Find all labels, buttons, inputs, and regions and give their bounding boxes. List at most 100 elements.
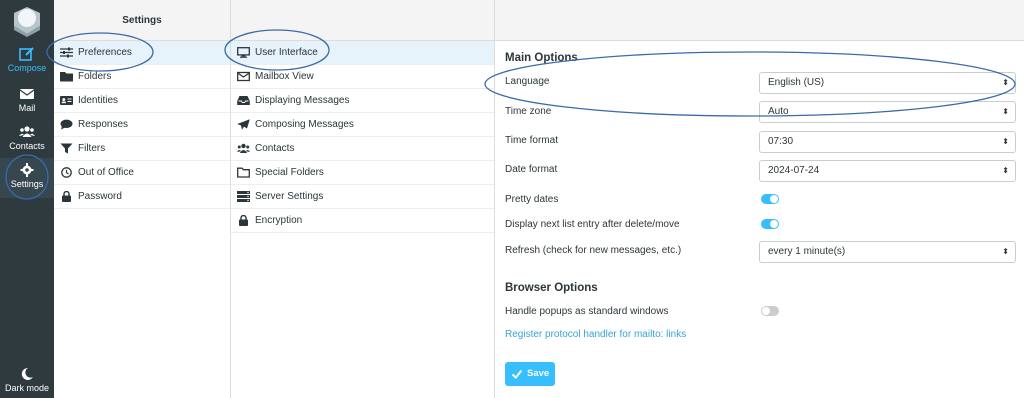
save-button[interactable]: Save: [505, 362, 555, 386]
popups-label: Handle popups as standard windows: [505, 306, 669, 317]
section-displaying-messages[interactable]: Displaying Messages: [231, 89, 494, 113]
comment-icon: [60, 119, 73, 130]
settings-item-label: Identities: [78, 95, 119, 106]
section-label: User Interface: [255, 47, 318, 58]
register-protocol-link[interactable]: Register protocol handler for mailto: li…: [505, 329, 686, 340]
language-select[interactable]: English (US) ⬍: [759, 72, 1016, 94]
timezone-select[interactable]: Auto ⬍: [759, 101, 1016, 123]
settings-item-label: Out of Office: [78, 167, 134, 178]
settings-item-password[interactable]: Password: [54, 185, 230, 209]
inbox-icon: [237, 96, 250, 105]
rail-compose-label: Compose: [7, 63, 47, 73]
preferences-form: Main Options Language English (US) ⬍ Tim…: [495, 0, 1024, 398]
refresh-label: Refresh (check for new messages, etc.): [505, 245, 682, 256]
main-options-title: Main Options: [505, 52, 578, 64]
folder-outline-icon: [237, 167, 250, 178]
language-label: Language: [505, 76, 550, 87]
settings-item-folders[interactable]: Folders: [54, 65, 230, 89]
select-arrows-icon: ⬍: [1002, 78, 1009, 87]
pretty-dates-label: Pretty dates: [505, 194, 559, 205]
settings-item-label: Preferences: [78, 47, 132, 58]
users-icon: [19, 126, 35, 137]
select-arrows-icon: ⬍: [1002, 247, 1009, 256]
section-label: Composing Messages: [255, 119, 354, 130]
moon-icon: [21, 367, 33, 380]
rail-mail-label: Mail: [18, 103, 36, 113]
section-label: Displaying Messages: [255, 95, 350, 106]
server-icon: [237, 191, 250, 202]
settings-item-label: Folders: [78, 71, 112, 82]
id-card-icon: [60, 96, 73, 105]
content-header: [495, 0, 1024, 41]
monitor-icon: [237, 47, 250, 58]
section-label: Encryption: [255, 215, 303, 226]
section-composing-messages[interactable]: Composing Messages: [231, 113, 494, 137]
users-icon: [237, 143, 250, 153]
app-logo: [14, 7, 40, 37]
refresh-select[interactable]: every 1 minute(s) ⬍: [759, 241, 1016, 263]
sections-panel-header: [231, 0, 494, 41]
rail-settings[interactable]: Settings: [0, 158, 54, 198]
save-label: Save: [527, 368, 550, 379]
section-label: Special Folders: [255, 167, 324, 178]
language-value: English (US): [768, 77, 825, 88]
pretty-dates-toggle[interactable]: [761, 194, 779, 204]
select-arrows-icon: ⬍: [1002, 107, 1009, 116]
check-icon: [511, 369, 523, 379]
sections-panel: User Interface Mailbox View Displaying M…: [231, 0, 495, 398]
settings-item-label: Password: [78, 191, 122, 202]
section-server-settings[interactable]: Server Settings: [231, 185, 494, 209]
select-arrows-icon: ⬍: [1002, 137, 1009, 146]
section-contacts[interactable]: Contacts: [231, 137, 494, 161]
clock-icon: [61, 167, 72, 178]
date-format-select[interactable]: 2024-07-24 ⬍: [759, 160, 1016, 182]
section-label: Contacts: [255, 143, 295, 154]
rail-dark-mode[interactable]: Dark mode: [0, 362, 54, 398]
settings-panel: Settings Preferences Folders Identities: [54, 0, 231, 398]
rail-contacts[interactable]: Contacts: [0, 120, 54, 160]
rail-settings-label: Settings: [10, 179, 44, 189]
settings-item-preferences[interactable]: Preferences: [54, 41, 230, 65]
settings-item-label: Responses: [78, 119, 129, 130]
envelope-icon: [19, 89, 35, 99]
rail-dark-mode-label: Dark mode: [4, 383, 49, 393]
lock-icon: [239, 215, 248, 226]
settings-item-identities[interactable]: Identities: [54, 89, 230, 113]
browser-options-title: Browser Options: [505, 282, 598, 294]
select-arrows-icon: ⬍: [1002, 166, 1009, 175]
settings-item-out-of-office[interactable]: Out of Office: [54, 161, 230, 185]
envelope-outline-icon: [237, 71, 250, 82]
filter-icon: [60, 143, 73, 154]
lock-icon: [62, 191, 71, 202]
rail-mail[interactable]: Mail: [0, 82, 54, 122]
section-user-interface[interactable]: User Interface: [231, 41, 494, 65]
paper-plane-icon: [237, 119, 250, 130]
section-label: Mailbox View: [255, 71, 314, 82]
folder-icon: [60, 72, 73, 82]
popups-toggle[interactable]: [761, 306, 779, 316]
rail-compose[interactable]: Compose: [0, 42, 54, 82]
settings-item-filters[interactable]: Filters: [54, 137, 230, 161]
settings-item-label: Filters: [78, 143, 106, 154]
timezone-label: Time zone: [505, 106, 552, 117]
compose-icon: [19, 47, 34, 61]
settings-panel-title: Settings: [54, 0, 230, 41]
next-entry-label: Display next list entry after delete/mov…: [505, 219, 680, 230]
gear-icon: [20, 163, 34, 177]
time-format-select[interactable]: 07:30 ⬍: [759, 131, 1016, 153]
toggle-knob: [762, 307, 770, 315]
section-special-folders[interactable]: Special Folders: [231, 161, 494, 185]
date-format-label: Date format: [505, 164, 558, 175]
timezone-value: Auto: [768, 106, 789, 117]
toggle-knob: [770, 195, 778, 203]
rail-contacts-label: Contacts: [9, 141, 45, 151]
sliders-icon: [60, 47, 73, 58]
refresh-value: every 1 minute(s): [768, 246, 846, 257]
section-mailbox-view[interactable]: Mailbox View: [231, 65, 494, 89]
next-entry-toggle[interactable]: [761, 219, 779, 229]
settings-item-responses[interactable]: Responses: [54, 113, 230, 137]
app-rail: Compose Mail Contacts Settings Dark mode: [0, 0, 54, 398]
section-encryption[interactable]: Encryption: [231, 209, 494, 233]
toggle-knob: [770, 220, 778, 228]
date-format-value: 2024-07-24: [768, 165, 820, 176]
